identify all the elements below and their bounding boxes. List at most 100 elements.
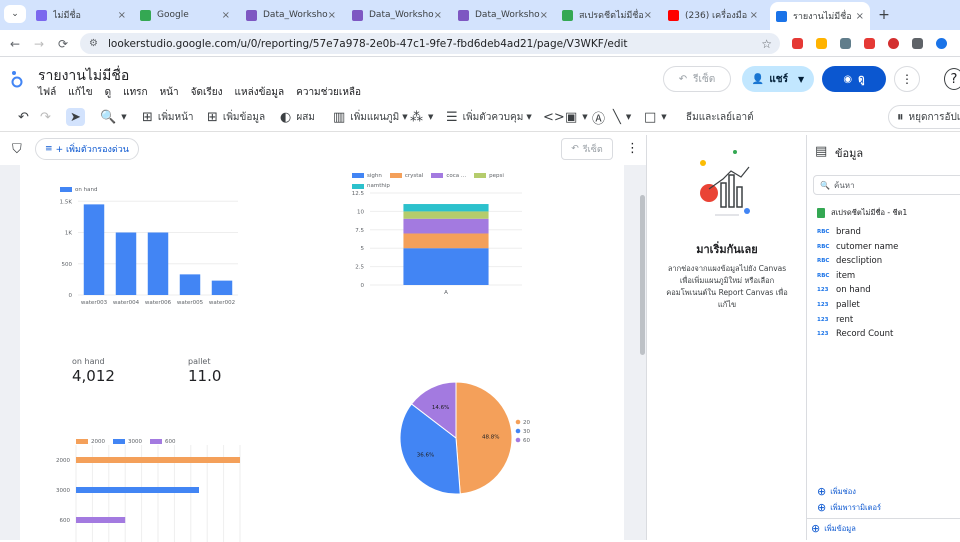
- filter-icon[interactable]: ⛉: [12, 142, 22, 157]
- data-field-cutomer-name[interactable]: RBC cutomer name: [817, 242, 898, 252]
- url-text: lookerstudio.google.com/u/0/reporting/57…: [108, 37, 628, 50]
- browser-tab[interactable]: (236) เครื่องมือ G×: [662, 4, 764, 26]
- profile-icon[interactable]: [936, 38, 947, 49]
- zoom-button[interactable]: 🔍 ▼: [100, 108, 127, 126]
- community-viz-button[interactable]: ⁂ ▼: [410, 108, 433, 126]
- stacked-bar-chart-brand[interactable]: sighn crystal coca ... pepsi namthip 0 2.5 5 7.…: [330, 167, 530, 307]
- legend-label: crystal: [404, 172, 424, 179]
- add-field-button[interactable]: ⊕ เพิ่มช่อง: [817, 485, 856, 498]
- reset-button[interactable]: ↶ รีเซ็ต: [663, 66, 731, 92]
- theme-layout-button[interactable]: ธีมและเลย์เอาต์: [686, 108, 754, 126]
- search-input[interactable]: 🔍 ค้นหา: [813, 175, 960, 195]
- opera-extension-icon[interactable]: [888, 38, 899, 49]
- share-button[interactable]: 👤 แชร์ ▼: [742, 66, 814, 92]
- field-type-icon: 123: [817, 331, 829, 338]
- redo-button[interactable]: ↷: [40, 108, 56, 126]
- pie-chart-svg: 48.8% 2000 36.6% 3000 14.6% 600: [399, 381, 530, 495]
- menu-item[interactable]: จัดเรียง: [191, 85, 223, 100]
- chevron-down-icon[interactable]: ▼: [798, 75, 804, 84]
- extension-icon[interactable]: [816, 38, 827, 49]
- add-page-button[interactable]: ⊞ เพิ่มหน้า: [142, 108, 194, 126]
- menu-item[interactable]: ความช่วยเหลือ: [296, 85, 361, 100]
- canvas-scrollbar[interactable]: [640, 195, 645, 355]
- reload-icon[interactable]: ⟳: [58, 37, 68, 51]
- filter-reset-button[interactable]: ↶ รีเซ็ต: [561, 138, 613, 160]
- pause-updates-button[interactable]: ⏸หยุดการอัปเด: [888, 105, 960, 129]
- back-icon[interactable]: ←: [10, 37, 20, 51]
- line-button[interactable]: ╲ ▼: [613, 108, 631, 126]
- menu-item[interactable]: ไฟล์: [38, 85, 56, 100]
- url-bar[interactable]: ⚙ lookerstudio.google.com/u/0/reporting/…: [80, 33, 780, 54]
- data-field-brand[interactable]: RBC brand: [817, 227, 861, 237]
- data-field-on-hand[interactable]: 123 on hand: [817, 285, 871, 295]
- browser-tab[interactable]: รายงานไม่มีชื่อ ×: [770, 2, 870, 30]
- browser-tab[interactable]: Google ×: [134, 4, 236, 26]
- tab-label: Data_Workshop: [369, 10, 434, 20]
- close-tab-icon[interactable]: ×: [328, 10, 336, 21]
- browser-tab[interactable]: Data_Workshop ×: [346, 4, 448, 26]
- site-info-icon[interactable]: ⚙: [89, 38, 98, 49]
- report-canvas[interactable]: on hand 0 500 1K 1.5K water003 water004 water0…: [20, 165, 624, 542]
- undo-button[interactable]: ↶: [18, 108, 34, 126]
- bookmark-star-icon[interactable]: ☆: [761, 37, 772, 51]
- shape-button[interactable]: □ ▼: [644, 108, 667, 126]
- data-field-item[interactable]: RBC item: [817, 271, 855, 281]
- add-control-button[interactable]: ☰ เพิ่มตัวควบคุม ▼: [446, 108, 532, 126]
- image-button[interactable]: ▣ ▼: [565, 108, 588, 126]
- puzzle-extensions-icon[interactable]: [912, 38, 923, 49]
- data-field-pallet[interactable]: 123 pallet: [817, 300, 860, 310]
- more-options-icon[interactable]: ⋮: [626, 141, 639, 156]
- close-tab-icon[interactable]: ×: [856, 11, 864, 22]
- data-source-item[interactable]: สเปรดชีตไม่มีชื่อ - ชีต1: [817, 207, 907, 219]
- select-button[interactable]: ➤: [66, 108, 85, 126]
- browser-tab[interactable]: Data_Workshop ×: [452, 4, 554, 26]
- browser-tab[interactable]: Data_Workshop ×: [240, 4, 342, 26]
- add-circle-icon: ⊕: [817, 485, 827, 498]
- close-tab-icon[interactable]: ×: [750, 10, 758, 21]
- menu-item[interactable]: แก้ไข: [68, 85, 92, 100]
- more-options-button[interactable]: ⋮: [894, 66, 920, 92]
- blend-button[interactable]: ◐ ผสม: [280, 108, 315, 126]
- close-tab-icon[interactable]: ×: [434, 10, 442, 21]
- menu-item[interactable]: หน้า: [160, 85, 179, 100]
- close-tab-icon[interactable]: ×: [222, 10, 230, 21]
- browser-tab[interactable]: ไม่มีชื่อ ×: [30, 4, 132, 26]
- add-data-button[interactable]: ⊞ เพิ่มข้อมูล: [207, 108, 265, 126]
- text-button[interactable]: Ⓐ: [592, 108, 610, 127]
- view-button[interactable]: ◉ ดู: [822, 66, 886, 92]
- y-tick-label: 600: [60, 518, 71, 524]
- add-data-panel-button[interactable]: ⊕ เพิ่มข้อมูล: [811, 522, 856, 535]
- tab-search-button[interactable]: ⌄: [4, 5, 26, 23]
- add-chart-button[interactable]: ▥ เพิ่มแผนภูมิ ▼: [333, 108, 408, 126]
- tab-favicon-icon: [458, 9, 469, 21]
- horizontal-bar-chart[interactable]: 2000 3000 600 2000 3000 600: [50, 427, 250, 542]
- add-chart-icon: ▥: [333, 109, 346, 125]
- extension-icon[interactable]: [840, 38, 851, 49]
- menu-item[interactable]: แทรก: [123, 85, 147, 100]
- legend-item: pepsi: [474, 172, 504, 180]
- report-title[interactable]: รายงานไม่มีชื่อ: [38, 65, 129, 87]
- data-field-descliption[interactable]: RBC descliption: [817, 256, 882, 266]
- add-quick-filter-button[interactable]: ≡ + เพิ่มตัวกรองด่วน: [35, 138, 139, 160]
- field-type-icon: 123: [817, 302, 829, 308]
- close-tab-icon[interactable]: ×: [540, 10, 548, 21]
- browser-tab[interactable]: สเปรดชีตไม่มีชื่อ - ×: [556, 4, 658, 26]
- data-field-rent[interactable]: 123 rent: [817, 315, 853, 325]
- close-tab-icon[interactable]: ×: [644, 10, 652, 21]
- extension-icon[interactable]: [864, 38, 875, 49]
- pie-chart[interactable]: 48.8% 2000 36.6% 3000 14.6% 600: [370, 375, 530, 500]
- chevron-down-icon: ▼: [661, 113, 667, 121]
- menu-item[interactable]: แหล่งข้อมูล: [235, 85, 285, 100]
- new-tab-button[interactable]: +: [874, 4, 894, 26]
- menu-item[interactable]: ดู: [105, 85, 112, 100]
- y-tick-label: 7.5: [355, 228, 364, 234]
- close-tab-icon[interactable]: ×: [118, 10, 126, 21]
- adblock-extension-icon[interactable]: [792, 38, 803, 49]
- field-name: brand: [836, 227, 861, 237]
- add-parameter-button[interactable]: ⊕ เพิ่มพารามิเตอร์: [817, 501, 881, 514]
- data-field-record-count[interactable]: 123 Record Count: [817, 329, 893, 339]
- bar-chart-on-hand[interactable]: on hand 0 500 1K 1.5K water003 water004 water0…: [40, 175, 250, 315]
- help-icon[interactable]: ?: [944, 68, 960, 90]
- sheets-icon: [817, 208, 825, 218]
- forward-icon[interactable]: →: [34, 37, 44, 51]
